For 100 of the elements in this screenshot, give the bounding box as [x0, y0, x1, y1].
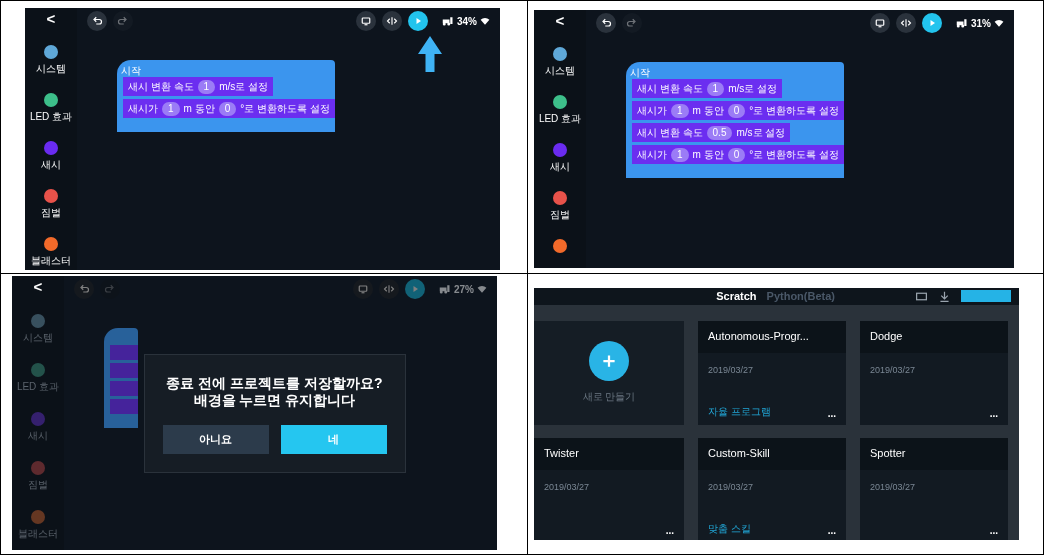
play-button[interactable] [922, 13, 942, 33]
redo-icon [104, 283, 116, 295]
project-title: Twister [534, 437, 684, 470]
wifi-icon [477, 284, 487, 294]
category-icon[interactable] [44, 189, 58, 203]
block-label: °로 변환하도록 설정 [240, 102, 330, 116]
back-button[interactable]: < [46, 10, 56, 28]
more-button[interactable]: ... [989, 525, 998, 536]
project-title: Dodge [860, 320, 1008, 353]
block-label: m 동안 [183, 102, 215, 116]
project-title: Autonomous-Progr... [698, 320, 846, 353]
download-icon[interactable] [938, 289, 951, 303]
command-block [110, 345, 138, 360]
wifi-icon [480, 16, 490, 26]
category-icon[interactable] [44, 237, 58, 251]
undo-button[interactable] [596, 13, 616, 33]
card-label: 새로 만들기 [582, 390, 636, 404]
redo-icon [117, 15, 129, 27]
code-icon [383, 283, 395, 295]
block-label: 새시 변환 속도 [637, 126, 703, 140]
battery-level: 27% [454, 282, 474, 297]
category-label[interactable]: 짐벌 [550, 208, 570, 222]
screen-icon [874, 17, 886, 29]
project-date: 2019/03/27 [707, 363, 755, 377]
wifi-icon [994, 18, 1004, 28]
project-card[interactable]: Spotter 2019/03/27 ... [860, 437, 1008, 540]
block-label: m 동안 [692, 104, 724, 118]
category-label[interactable]: 시스템 [36, 62, 66, 76]
category-icon[interactable] [553, 239, 567, 253]
project-title: Spotter [860, 437, 1008, 470]
category-label[interactable]: 블래스터 [31, 254, 71, 268]
category-label[interactable]: 짐벌 [41, 206, 61, 220]
project-card[interactable]: Custom-Skill 2019/03/27 맞춤 스킬 ... [698, 437, 846, 540]
dialog-message: 종료 전에 프로젝트를 저장할까요? 배경을 누르면 유지합니다 [165, 374, 384, 409]
screen-button[interactable] [870, 13, 890, 33]
robot-status-icon [439, 283, 451, 295]
undo-button[interactable] [87, 11, 107, 31]
command-block [110, 381, 138, 396]
block-label: m/s로 설정 [728, 82, 777, 96]
block-label: 새시가 [637, 104, 667, 118]
category-icon[interactable] [553, 191, 567, 205]
block-label: 시작 [120, 64, 142, 77]
screen-icon [357, 283, 369, 295]
undo-icon [91, 15, 103, 27]
block-label: °로 변환하도록 설정 [749, 104, 839, 118]
category-icon[interactable] [553, 47, 567, 61]
code-icon [386, 15, 398, 27]
project-tag: 맞춤 스킬 [708, 520, 751, 536]
category-label[interactable]: 새시 [41, 158, 61, 172]
code-button[interactable] [896, 13, 916, 33]
back-button[interactable]: < [555, 12, 565, 30]
block-label: 새시가 [637, 148, 667, 162]
block-label: m 동안 [692, 148, 724, 162]
block-label: m/s로 설정 [736, 126, 786, 140]
project-date: 2019/03/27 [869, 480, 917, 494]
command-block [110, 399, 138, 414]
tab[interactable]: Scratch [716, 288, 757, 305]
new-project-card[interactable]: 새로 만들기 [534, 320, 684, 425]
redo-icon [626, 17, 638, 29]
category-label[interactable]: 시스템 [545, 64, 575, 78]
cancel-button[interactable]: 아니요 [162, 424, 269, 454]
more-button[interactable]: ... [665, 525, 674, 536]
robot-status-icon [956, 17, 968, 29]
project-title: Custom-Skill [698, 437, 846, 470]
code-button[interactable] [382, 11, 402, 31]
block-label: 시작 [629, 66, 651, 79]
category-label[interactable]: 새시 [550, 160, 570, 174]
up-arrow-icon [418, 36, 442, 72]
screen-button[interactable] [356, 11, 376, 31]
battery-level: 31% [971, 16, 991, 31]
block-label: m/s로 설정 [219, 80, 268, 94]
category-icon[interactable] [44, 45, 58, 59]
category-icon[interactable] [44, 93, 58, 107]
code-icon [900, 17, 912, 29]
robot-status-icon [442, 15, 454, 27]
block-label: 새시가 [128, 102, 158, 116]
more-button[interactable]: ... [827, 525, 836, 536]
category-label[interactable]: LED 효과 [538, 112, 582, 126]
project-tag: 자율 프로그램 [708, 403, 771, 419]
back-button[interactable]: < [33, 278, 43, 296]
plus-icon [600, 352, 618, 370]
undo-icon [78, 283, 90, 295]
play-button[interactable] [408, 11, 428, 31]
battery-level: 34% [457, 14, 477, 29]
screen-icon [360, 15, 372, 27]
project-card[interactable]: Twister 2019/03/27 ... [534, 437, 684, 540]
command-block [110, 363, 138, 378]
project-date: 2019/03/27 [707, 480, 755, 494]
project-date: 2019/03/27 [869, 363, 917, 377]
more-button[interactable]: ... [827, 408, 836, 419]
action-button[interactable] [961, 290, 1011, 303]
project-card[interactable]: Dodge 2019/03/27 ... [860, 320, 1008, 425]
undo-icon [600, 17, 612, 29]
block-label: 새시 변환 속도 [128, 80, 194, 94]
more-button[interactable]: ... [989, 408, 998, 419]
category-label[interactable]: LED 효과 [29, 110, 73, 124]
block-label: °로 변환하도록 설정 [749, 148, 839, 162]
project-card[interactable]: Autonomous-Progr... 2019/03/27 자율 프로그램 ... [698, 320, 846, 425]
category-icon[interactable] [553, 95, 567, 109]
block-label: 새시 변환 속도 [637, 82, 703, 96]
